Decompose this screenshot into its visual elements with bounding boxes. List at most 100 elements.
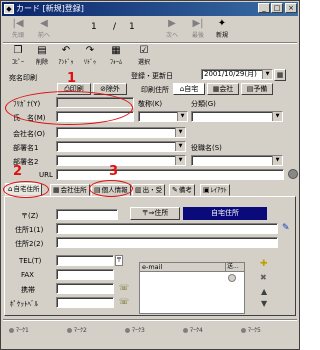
annotation-number-3: 3 bbox=[109, 164, 119, 179]
dept1-select[interactable] bbox=[56, 141, 186, 152]
delete-button[interactable]: ▤ 削除 bbox=[29, 45, 55, 66]
annotation-circle-2 bbox=[3, 181, 49, 198]
calendar-button[interactable]: ▦ bbox=[274, 69, 286, 81]
title-bar[interactable]: ◆ カード [新規]登録] bbox=[2, 2, 298, 16]
zip-field[interactable] bbox=[56, 209, 118, 220]
pager-link-icon[interactable]: ☏ bbox=[119, 297, 129, 306]
last-icon: ▶| bbox=[192, 18, 204, 29]
form-label: ﾌｫｰﾑ bbox=[109, 59, 122, 66]
mark-5[interactable]: ﾏｰｸ5 bbox=[241, 325, 261, 334]
first-label: 先頭 bbox=[11, 32, 24, 39]
add-email-icon[interactable]: ✚ bbox=[260, 259, 268, 269]
tel-field[interactable] bbox=[56, 255, 114, 266]
address1-field[interactable] bbox=[56, 223, 278, 234]
email-send-column-header[interactable]: 送... bbox=[226, 263, 244, 272]
tel-type-button[interactable]: 〒 bbox=[115, 255, 123, 266]
dept2-select[interactable] bbox=[56, 155, 186, 166]
fax-label: FAX bbox=[21, 271, 34, 279]
prev-record-button[interactable]: ◀ 前へ bbox=[31, 18, 57, 39]
move-up-icon[interactable]: ▲ bbox=[261, 287, 267, 296]
close-button[interactable]: × bbox=[285, 3, 297, 13]
new-record-button[interactable]: ✦ 新規 bbox=[209, 18, 235, 39]
print-company-label: 会社 bbox=[219, 85, 234, 93]
address1-label: 住所1(1) bbox=[15, 226, 44, 234]
zip-label: 〒(Z) bbox=[21, 212, 39, 220]
mobile-link-icon[interactable]: ☏ bbox=[119, 283, 129, 292]
tab-layout-label: ﾚｲｱｳﾄ bbox=[210, 186, 227, 194]
tab-layout[interactable]: ▣ﾚｲｱｳﾄ bbox=[200, 184, 230, 196]
tab-send-receive[interactable]: ▥出・受 bbox=[132, 184, 166, 196]
tab-company-address[interactable]: ▦会社住所 bbox=[50, 184, 90, 196]
undo-button[interactable]: ↶ ｱﾝﾄﾞｩ bbox=[53, 45, 79, 66]
layout-tab-icon: ▣ bbox=[203, 186, 210, 194]
web-icon[interactable] bbox=[288, 169, 298, 179]
fax-field[interactable] bbox=[56, 269, 114, 280]
next-record-button[interactable]: ▶ 次へ bbox=[159, 18, 185, 39]
mark-1[interactable]: ﾏｰｸ1 bbox=[9, 325, 29, 334]
email-column-header[interactable]: e-mail bbox=[140, 263, 226, 272]
zip-button-label: 〒⇒住所 bbox=[141, 209, 169, 217]
print-home-label: 自宅 bbox=[184, 85, 199, 93]
mark-2[interactable]: ﾏｰｸ2 bbox=[67, 325, 87, 334]
print-backup-button[interactable]: ▤予備 bbox=[241, 83, 273, 95]
move-down-icon[interactable]: ▼ bbox=[261, 299, 267, 308]
prev-icon: ◀ bbox=[40, 18, 48, 29]
mobile-field[interactable] bbox=[56, 283, 114, 294]
last-label: 最後 bbox=[191, 32, 204, 39]
category-label: 分類(G) bbox=[191, 100, 216, 108]
url-label: URL bbox=[39, 171, 53, 179]
mark-1-icon bbox=[9, 328, 14, 333]
address2-label: 住所2(2) bbox=[15, 240, 44, 248]
dept1-label: 部署名1 bbox=[13, 144, 39, 152]
registration-date-field[interactable]: 2001/10/29(月) bbox=[201, 69, 273, 80]
mark-2-icon bbox=[67, 328, 72, 333]
first-record-button[interactable]: |◀ 先頭 bbox=[5, 18, 31, 39]
company-label: 会社名(O) bbox=[13, 130, 45, 138]
page-separator: / bbox=[113, 22, 117, 32]
select-button[interactable]: ☑ 選択 bbox=[131, 45, 157, 66]
mark-5-icon bbox=[241, 328, 246, 333]
annotation-circle-3 bbox=[89, 180, 133, 197]
address-lookup-icon[interactable]: ✎ bbox=[282, 223, 290, 233]
email-send-radio[interactable] bbox=[228, 274, 236, 282]
remove-email-icon[interactable]: ✖ bbox=[260, 273, 267, 282]
honorific-label: 敬称(K) bbox=[138, 100, 163, 108]
window-title: カード [新規]登録] bbox=[16, 4, 84, 13]
delete-label: 削除 bbox=[35, 59, 48, 66]
redo-button[interactable]: ↷ ﾘﾄﾞｩ bbox=[77, 45, 103, 66]
mark-3[interactable]: ﾏｰｸ3 bbox=[125, 325, 145, 334]
print-backup-label: 予備 bbox=[253, 85, 268, 93]
position-select[interactable] bbox=[191, 155, 283, 166]
select-icon: ☑ bbox=[139, 45, 149, 56]
category-select[interactable] bbox=[191, 111, 283, 122]
annotation-circle-1 bbox=[5, 91, 133, 125]
print-company-button[interactable]: ▦会社 bbox=[207, 83, 239, 95]
company-select[interactable] bbox=[56, 127, 186, 138]
mark-4[interactable]: ﾏｰｸ4 bbox=[183, 325, 203, 334]
copy-button[interactable]: ❐ ｺﾋﾟｰ bbox=[5, 45, 31, 66]
copy-label: ｺﾋﾟｰ bbox=[11, 59, 24, 66]
minimize-button[interactable]: _ bbox=[258, 3, 270, 13]
mobile-label: 携帯 bbox=[21, 286, 35, 294]
redo-icon: ↷ bbox=[85, 45, 95, 56]
tab-notes[interactable]: ✎備考 bbox=[169, 184, 195, 196]
annotation-number-2: 2 bbox=[13, 164, 23, 179]
tab-send-receive-label: 出・受 bbox=[142, 186, 163, 194]
honorific-select[interactable] bbox=[138, 111, 188, 122]
home-address-banner: 自宅住所 bbox=[183, 207, 267, 220]
mark-divider bbox=[3, 319, 297, 321]
print-home-button[interactable]: ⌂自宅 bbox=[173, 83, 205, 95]
pager-field[interactable] bbox=[56, 297, 114, 308]
mark-5-label: ﾏｰｸ5 bbox=[248, 327, 261, 334]
address2-field[interactable] bbox=[56, 237, 278, 248]
form-button[interactable]: ▦ ﾌｫｰﾑ bbox=[103, 45, 129, 66]
url-field[interactable] bbox=[56, 169, 284, 180]
toolbar-divider bbox=[3, 42, 297, 44]
email-list[interactable]: e-mail 送... bbox=[139, 262, 245, 314]
last-record-button[interactable]: ▶| 最後 bbox=[185, 18, 211, 39]
undo-label: ｱﾝﾄﾞｩ bbox=[58, 59, 74, 66]
maximize-button[interactable]: □ bbox=[271, 3, 283, 13]
tab-company-address-label: 会社住所 bbox=[60, 186, 87, 194]
form-icon: ▦ bbox=[111, 45, 121, 56]
zip-to-address-button[interactable]: 〒⇒住所 bbox=[130, 207, 180, 220]
